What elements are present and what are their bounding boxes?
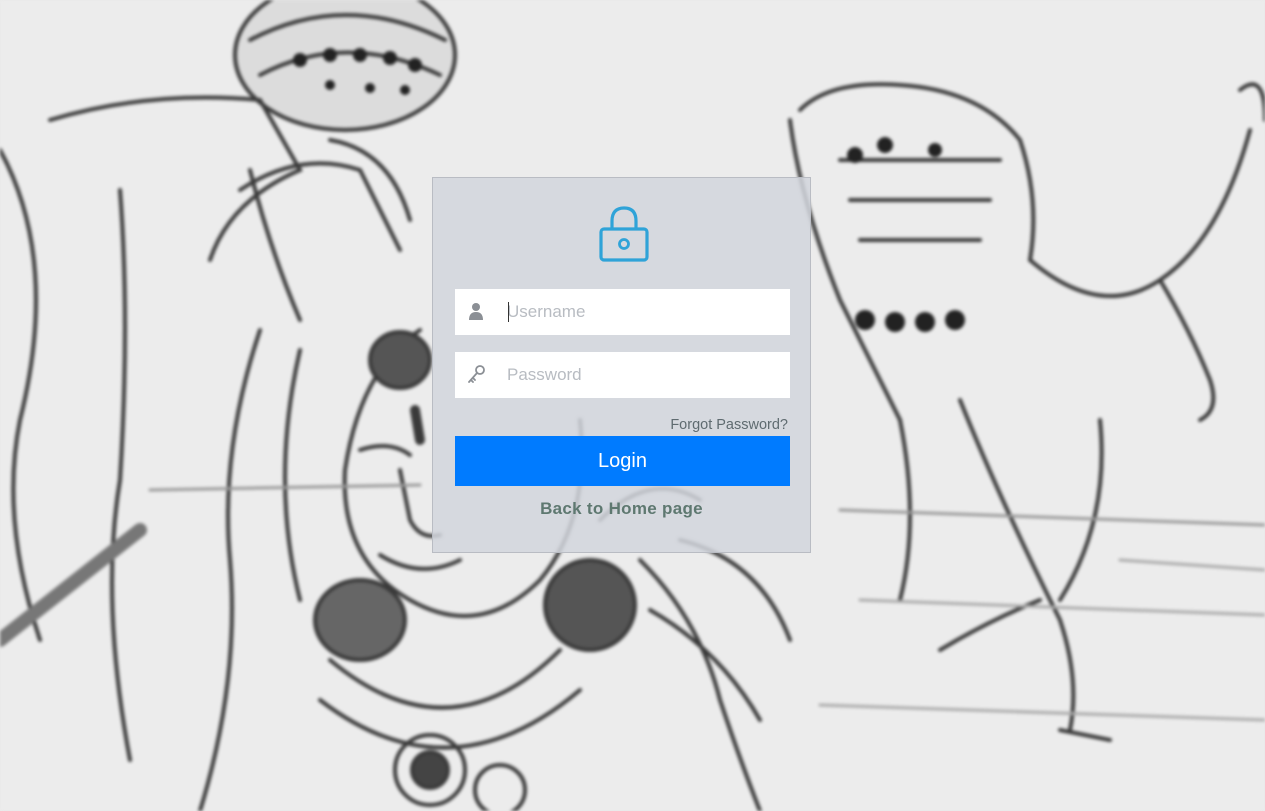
lock-icon <box>599 206 649 262</box>
forgot-password-link[interactable]: Forgot Password? <box>670 417 788 433</box>
username-input[interactable] <box>507 289 782 335</box>
login-button[interactable]: Login <box>455 436 790 486</box>
user-icon <box>469 303 483 320</box>
text-cursor <box>508 302 509 322</box>
password-input[interactable] <box>507 352 782 398</box>
login-page: Forgot Password? Login Back to Home page <box>0 0 1265 811</box>
login-panel: Forgot Password? Login Back to Home page <box>432 177 811 553</box>
password-field[interactable] <box>455 352 790 398</box>
back-to-home-link[interactable]: Back to Home page <box>433 499 810 519</box>
key-icon <box>468 365 485 383</box>
username-field[interactable] <box>455 289 790 335</box>
